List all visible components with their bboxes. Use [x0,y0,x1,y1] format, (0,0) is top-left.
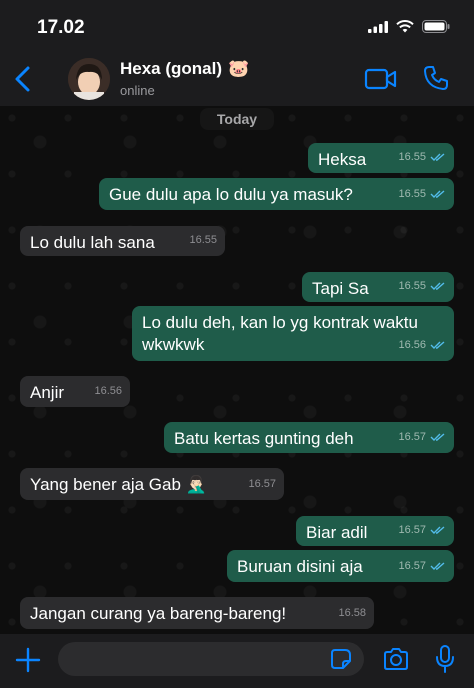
battery-icon [422,20,450,33]
read-ticks-icon [430,153,445,161]
message-incoming[interactable]: Anjir 16.56 [20,376,130,407]
message-input[interactable] [58,642,364,676]
mic-icon[interactable] [434,644,456,674]
message-text: Yang bener aja Gab 🤦🏻‍♂️ [30,475,207,494]
message-outgoing[interactable]: Buruan disini aja 16.57 [227,550,454,582]
wifi-icon [396,20,414,33]
message-outgoing[interactable]: Gue dulu apa lo dulu ya masuk? 16.55 [99,178,454,210]
message-meta: 16.57 [248,473,276,495]
message-meta: 16.57 [398,519,446,541]
message-outgoing[interactable]: Heksa 16.55 [308,143,454,173]
plus-icon[interactable] [14,646,42,674]
message-outgoing[interactable]: Batu kertas gunting deh 16.57 [164,422,454,453]
chat-area[interactable]: Today Heksa 16.55 Gue dulu apa lo dulu y… [0,106,474,634]
status-time: 17.02 [37,17,85,38]
status-bar: 17.02 [0,0,474,50]
avatar[interactable] [68,58,110,100]
message-meta: 16.58 [338,602,366,624]
message-meta: 16.56 [94,380,122,402]
message-time: 16.55 [398,151,426,163]
message-incoming[interactable]: Lo dulu lah sana 16.55 [20,226,225,256]
chat-header: Hexa (gonal) 🐷 online [0,50,474,107]
message-text: Tapi Sa [312,279,369,298]
contact-name-emoji: 🐷 [228,59,250,78]
message-text: Jangan curang ya bareng-bareng! [30,604,287,623]
date-divider: Today [200,108,274,130]
message-incoming[interactable]: Yang bener aja Gab 🤦🏻‍♂️ 16.57 [20,468,284,500]
contact-name-text: Hexa (gonal) [120,59,223,78]
read-ticks-icon [430,282,445,290]
message-time: 16.57 [398,560,426,572]
message-meta: 16.55 [398,275,446,297]
contact-status: online [120,83,155,98]
read-ticks-icon [430,341,445,349]
message-time: 16.55 [398,280,426,292]
message-time: 16.58 [338,607,366,619]
message-text: Buruan disini aja [237,557,363,576]
message-text: Gue dulu apa lo dulu ya masuk? [109,185,353,204]
message-text: Anjir [30,383,65,402]
camera-icon[interactable] [382,646,410,672]
message-time: 16.55 [189,234,217,246]
message-meta: 16.55 [189,229,217,251]
message-outgoing[interactable]: Tapi Sa 16.55 [302,272,454,302]
message-time: 16.57 [248,478,276,490]
message-text: Biar adil [306,523,368,542]
message-time: 16.56 [398,339,426,351]
read-ticks-icon [430,433,445,441]
composer-bar [0,634,474,688]
message-text: Batu kertas gunting deh [174,429,354,448]
message-incoming[interactable]: Jangan curang ya bareng-bareng! 16.58 [20,597,374,629]
contact-info[interactable]: Hexa (gonal) 🐷 online [120,59,249,98]
message-text: Heksa [318,150,367,169]
message-time: 16.57 [398,524,426,536]
read-ticks-icon [430,562,445,570]
read-ticks-icon [430,526,445,534]
message-time: 16.57 [398,431,426,443]
phone-call-icon[interactable] [422,64,450,92]
message-time: 16.55 [398,188,426,200]
message-text: Lo dulu lah sana [30,233,155,252]
read-ticks-icon [430,190,445,198]
message-text: Lo dulu deh, kan lo yg kontrak waktu wkw… [142,313,418,354]
message-outgoing[interactable]: Lo dulu deh, kan lo yg kontrak waktu wkw… [132,306,454,361]
message-outgoing[interactable]: Biar adil 16.57 [296,516,454,546]
message-meta: 16.55 [398,183,446,205]
status-icons [368,20,450,33]
message-meta: 16.56 [398,334,446,356]
sticker-icon[interactable] [330,648,352,670]
message-meta: 16.57 [398,426,446,448]
message-meta: 16.57 [398,555,446,577]
contact-name: Hexa (gonal) 🐷 [120,59,249,79]
back-chevron-icon[interactable] [10,64,36,94]
video-call-icon[interactable] [364,66,398,92]
message-meta: 16.55 [398,146,446,168]
avatar-image [68,58,110,100]
message-time: 16.56 [94,385,122,397]
signal-icon [368,20,388,33]
